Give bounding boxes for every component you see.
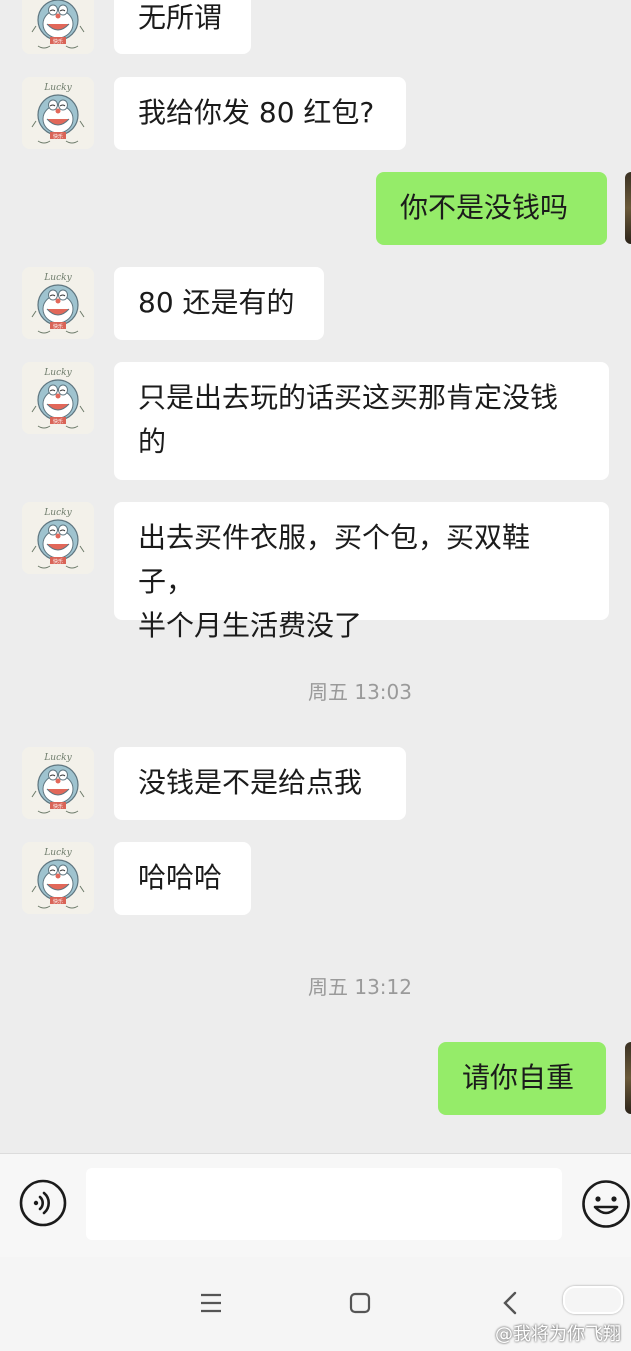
contact-avatar[interactable] — [22, 502, 94, 574]
chat-area: 无所谓 我给你发 80 红包? 你不是没钱吗 80 还是有的 只是出去玩的话买这… — [0, 0, 631, 1153]
timestamp: 周五 13:12 — [308, 975, 412, 999]
self-avatar[interactable] — [625, 1042, 631, 1114]
message-bubble[interactable]: 无所谓 — [114, 0, 251, 54]
contact-avatar[interactable] — [22, 267, 94, 339]
contact-avatar[interactable] — [22, 77, 94, 149]
message-bubble-self[interactable]: 你不是没钱吗 — [376, 172, 607, 245]
home-icon[interactable] — [349, 1292, 371, 1318]
contact-avatar[interactable] — [22, 362, 94, 434]
message-bubble[interactable]: 没钱是不是给点我 — [114, 747, 406, 820]
contact-avatar[interactable] — [22, 0, 94, 54]
watermark-logo — [563, 1286, 623, 1314]
contact-avatar[interactable] — [22, 842, 94, 914]
timestamp: 周五 13:03 — [308, 680, 412, 704]
message-bubble[interactable]: 我给你发 80 红包? — [114, 77, 406, 150]
back-icon[interactable] — [502, 1291, 518, 1319]
self-avatar[interactable] — [625, 172, 631, 244]
message-bubble[interactable]: 80 还是有的 — [114, 267, 324, 340]
emoji-icon[interactable] — [581, 1179, 631, 1229]
contact-avatar[interactable] — [22, 747, 94, 819]
message-bubble-self[interactable]: 请你自重 — [438, 1042, 606, 1115]
message-bubble[interactable]: 哈哈哈 — [114, 842, 251, 915]
watermark-text: @我将为你飞翔 — [495, 1324, 621, 1345]
menu-icon[interactable] — [200, 1293, 222, 1317]
message-input[interactable] — [86, 1168, 562, 1240]
input-bar — [0, 1153, 631, 1257]
voice-icon[interactable] — [19, 1179, 67, 1227]
message-bubble[interactable]: 出去买件衣服，买个包，买双鞋子， 半个月生活费没了 — [114, 502, 609, 642]
message-bubble[interactable]: 只是出去玩的话买这买那肯定没钱 的 — [114, 362, 609, 480]
